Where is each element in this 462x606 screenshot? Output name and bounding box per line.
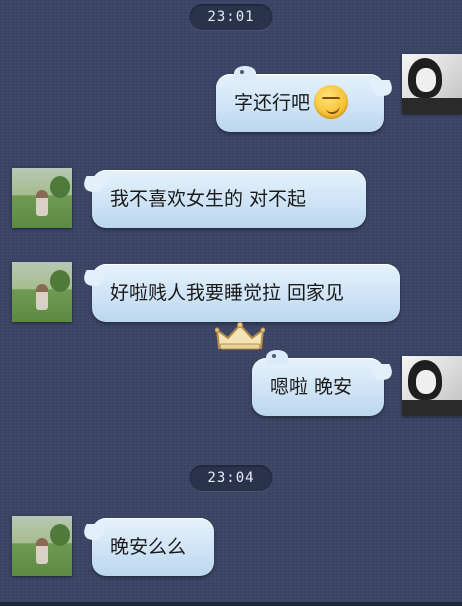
contact-avatar[interactable] <box>12 168 72 228</box>
timestamp-text: 23:01 <box>207 9 255 25</box>
timestamp-pill: 23:01 <box>189 4 273 30</box>
timestamp-text: 23:04 <box>207 470 255 486</box>
message-bubble-sent[interactable]: 字还行吧 <box>216 66 384 132</box>
bottom-divider <box>0 602 462 606</box>
timestamp-pill: 23:04 <box>189 465 273 491</box>
my-avatar[interactable] <box>402 356 462 416</box>
message-text: 我不喜欢女生的 对不起 <box>110 188 307 210</box>
my-avatar[interactable] <box>402 54 462 114</box>
contact-avatar[interactable] <box>12 262 72 322</box>
message-bubble-received[interactable]: 我不喜欢女生的 对不起 <box>92 170 366 228</box>
message-text: 字还行吧 <box>234 92 311 114</box>
message-bubble-received[interactable]: 好啦贱人我要睡觉拉 回家见 <box>92 264 400 322</box>
contact-avatar[interactable] <box>12 516 72 576</box>
message-bubble-received[interactable]: 晚安么么 <box>92 518 214 576</box>
message-bubble-sent[interactable]: 嗯啦 晚安 <box>252 350 384 416</box>
message-text: 嗯啦 晚安 <box>270 376 353 398</box>
crown-icon <box>215 322 265 350</box>
message-text: 好啦贱人我要睡觉拉 回家见 <box>110 282 345 304</box>
message-text: 晚安么么 <box>110 536 187 558</box>
smirk-emoji-icon <box>314 84 349 119</box>
